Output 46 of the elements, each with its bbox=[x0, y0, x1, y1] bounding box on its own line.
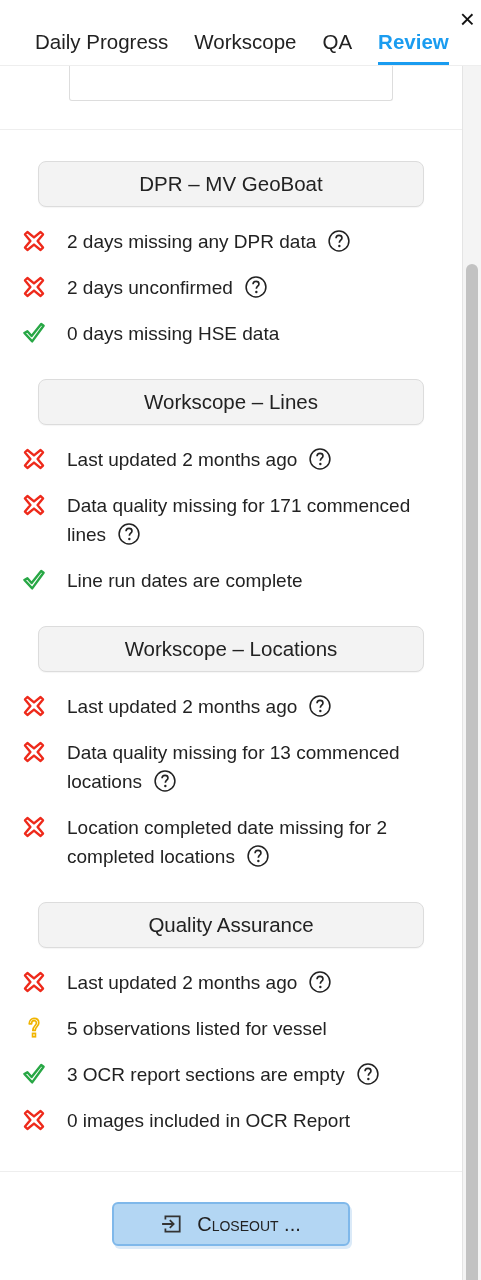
check-text: 0 days missing HSE data bbox=[67, 322, 281, 346]
help-icon[interactable] bbox=[328, 230, 351, 252]
input-field[interactable] bbox=[69, 66, 393, 101]
check-icon bbox=[22, 1062, 46, 1086]
check-text: Line run dates are complete bbox=[67, 569, 304, 593]
cross-icon bbox=[22, 447, 46, 471]
section-header: Workscope – Lines bbox=[38, 379, 424, 425]
help-icon[interactable] bbox=[309, 448, 332, 470]
help-icon[interactable] bbox=[244, 276, 267, 298]
tab[interactable]: Daily Progress bbox=[22, 0, 182, 65]
cross-icon bbox=[22, 493, 46, 517]
check-text: 0 images included in OCR Report bbox=[67, 1109, 352, 1133]
check-text: 2 days missing any DPR data bbox=[67, 227, 429, 256]
help-icon[interactable] bbox=[118, 523, 141, 545]
check-icon bbox=[22, 568, 46, 592]
cross-icon bbox=[22, 694, 46, 718]
help-icon[interactable] bbox=[246, 845, 269, 867]
check-text: 2 days unconfirmed bbox=[67, 273, 429, 302]
tab[interactable]: Workscope bbox=[181, 0, 310, 65]
help-icon[interactable] bbox=[309, 971, 332, 993]
cross-icon bbox=[22, 275, 46, 299]
check-text: 5 observations listed for vessel bbox=[67, 1017, 328, 1041]
help-icon[interactable] bbox=[154, 770, 176, 792]
cross-icon bbox=[22, 970, 46, 994]
check-text: Last updated 2 months ago bbox=[67, 968, 429, 997]
closeout-button[interactable]: Closeout ... bbox=[112, 1202, 350, 1246]
close-button[interactable]: × bbox=[455, 6, 479, 32]
tab[interactable]: QA bbox=[309, 0, 366, 65]
check-text: Data quality missing for 171 commenced lines bbox=[67, 494, 412, 547]
help-icon[interactable] bbox=[309, 695, 332, 717]
check-text: Last updated 2 months ago bbox=[67, 692, 429, 721]
section-header: Workscope – Locations bbox=[38, 626, 424, 672]
check-icon bbox=[22, 321, 46, 345]
help-icon[interactable] bbox=[356, 1063, 379, 1085]
check-text: 3 OCR report sections are empty bbox=[67, 1060, 429, 1089]
section-header: Quality Assurance bbox=[38, 902, 424, 948]
cross-icon bbox=[22, 229, 46, 253]
check-text: Last updated 2 months ago bbox=[67, 445, 429, 474]
cross-icon bbox=[22, 815, 46, 839]
check-text: Location completed date missing for 2 completed locations bbox=[67, 816, 388, 869]
cross-icon bbox=[22, 1108, 46, 1132]
sign-in-icon bbox=[161, 1213, 184, 1235]
check-text: Data quality missing for 13 commenced locations bbox=[67, 741, 401, 794]
cross-icon bbox=[22, 740, 46, 764]
scrollbar-thumb[interactable] bbox=[466, 264, 478, 1280]
section-header: DPR – MV GeoBoat bbox=[38, 161, 424, 207]
